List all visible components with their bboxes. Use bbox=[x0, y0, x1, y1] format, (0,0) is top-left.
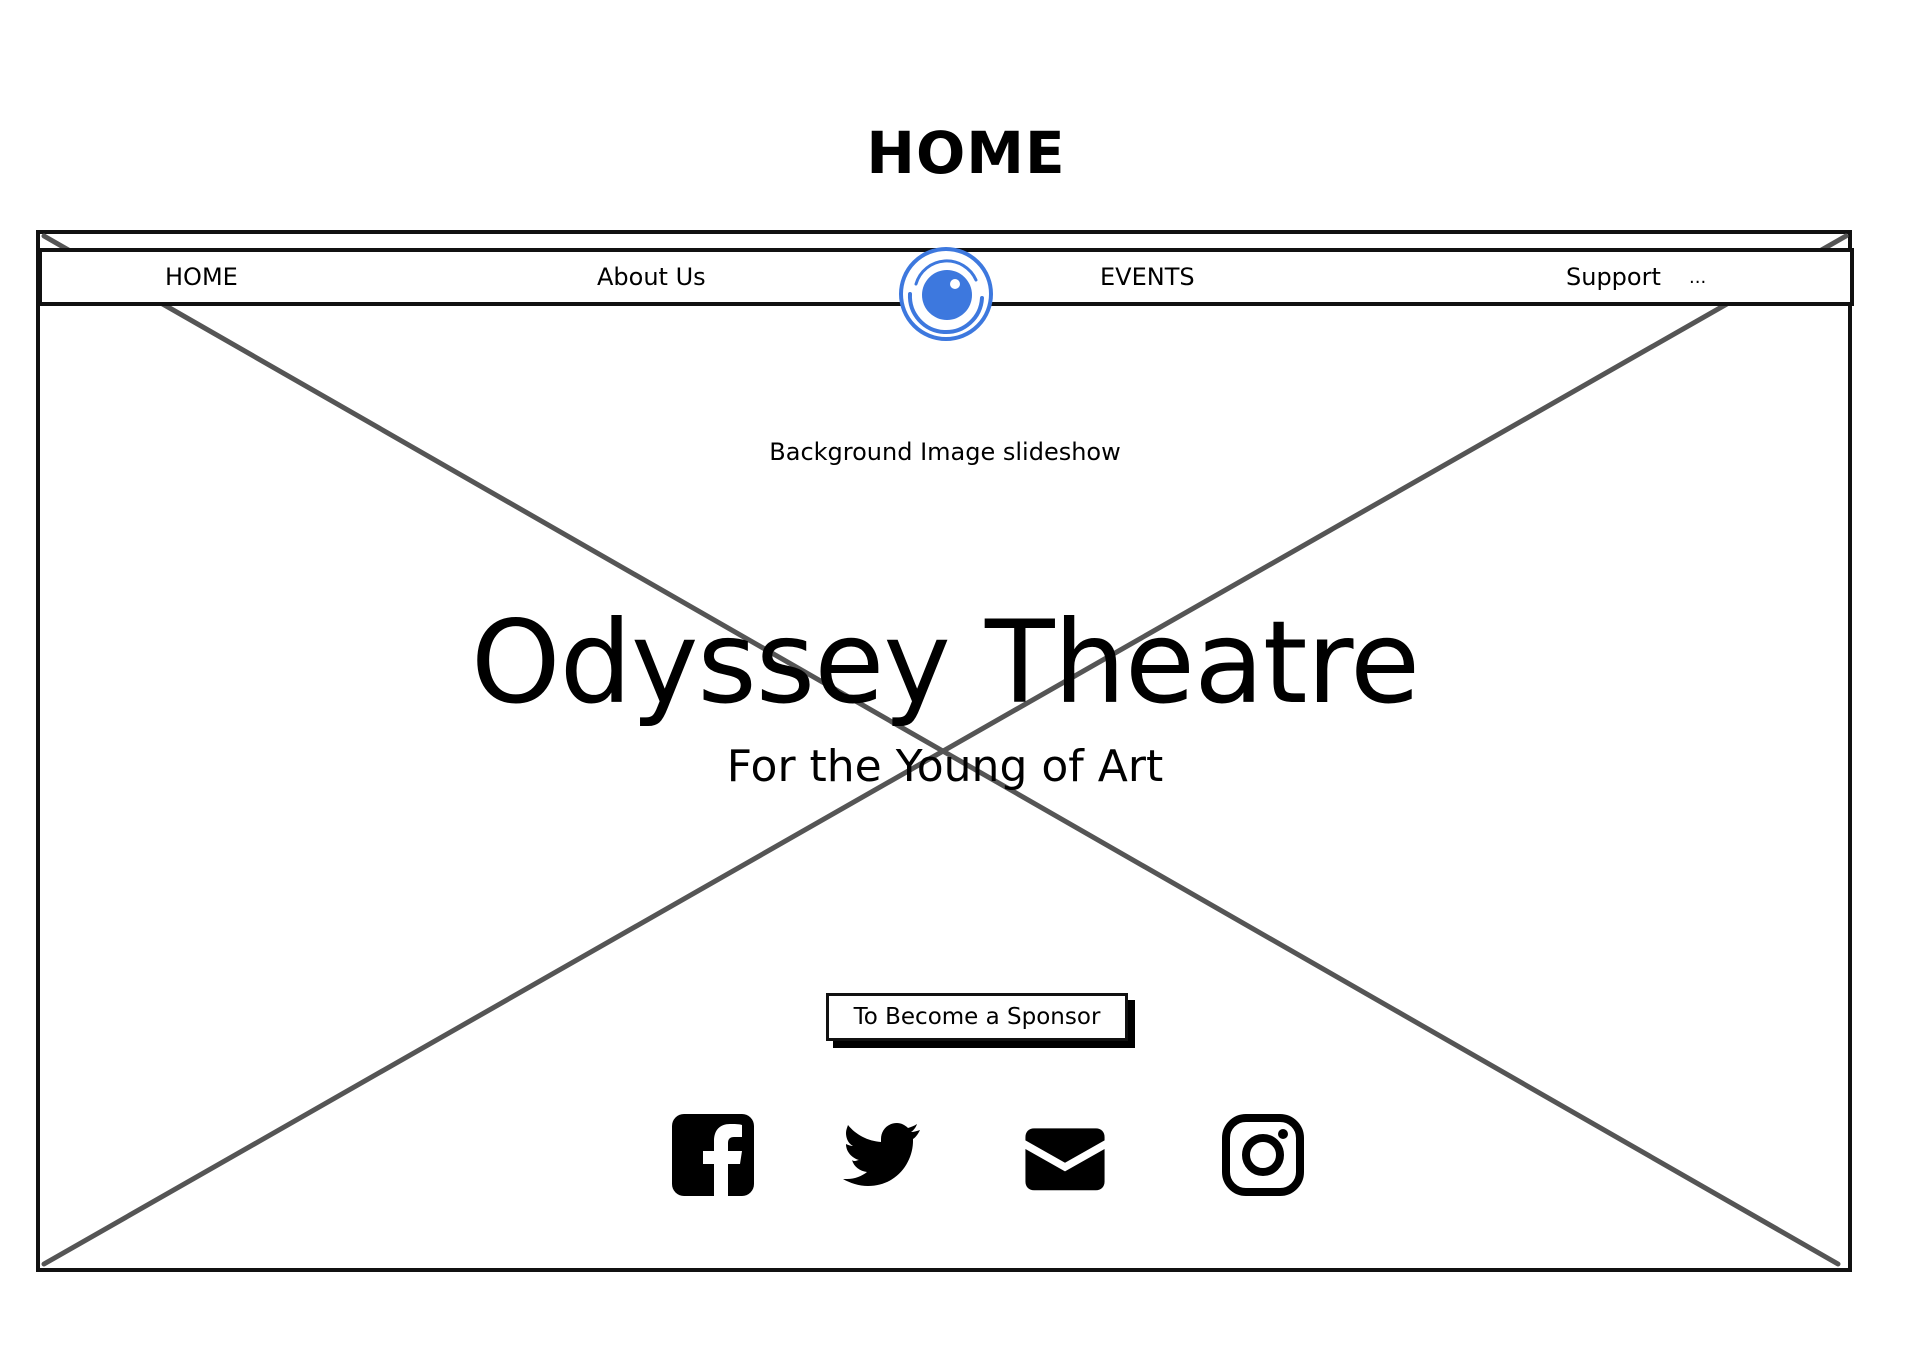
nav-more-menu[interactable]: ... bbox=[1689, 266, 1706, 290]
hero-subtitle: For the Young of Art bbox=[726, 741, 1164, 792]
nav-item-home[interactable]: HOME bbox=[165, 262, 238, 292]
slideshow-caption: Background Image slideshow bbox=[769, 438, 1121, 466]
facebook-icon[interactable] bbox=[670, 1112, 756, 1198]
nav-item-events[interactable]: EVENTS bbox=[1100, 262, 1195, 292]
become-sponsor-button[interactable]: To Become a Sponsor bbox=[826, 993, 1128, 1041]
nav-item-about-us[interactable]: About Us bbox=[597, 262, 706, 292]
hero-title: Odyssey Theatre bbox=[470, 596, 1420, 729]
page-title: HOME bbox=[866, 119, 1066, 187]
logo-icon[interactable] bbox=[896, 244, 996, 344]
twitter-icon[interactable] bbox=[836, 1112, 922, 1198]
nav-item-support[interactable]: Support bbox=[1566, 262, 1661, 292]
instagram-icon[interactable] bbox=[1220, 1112, 1306, 1198]
mail-icon[interactable] bbox=[1022, 1112, 1108, 1198]
